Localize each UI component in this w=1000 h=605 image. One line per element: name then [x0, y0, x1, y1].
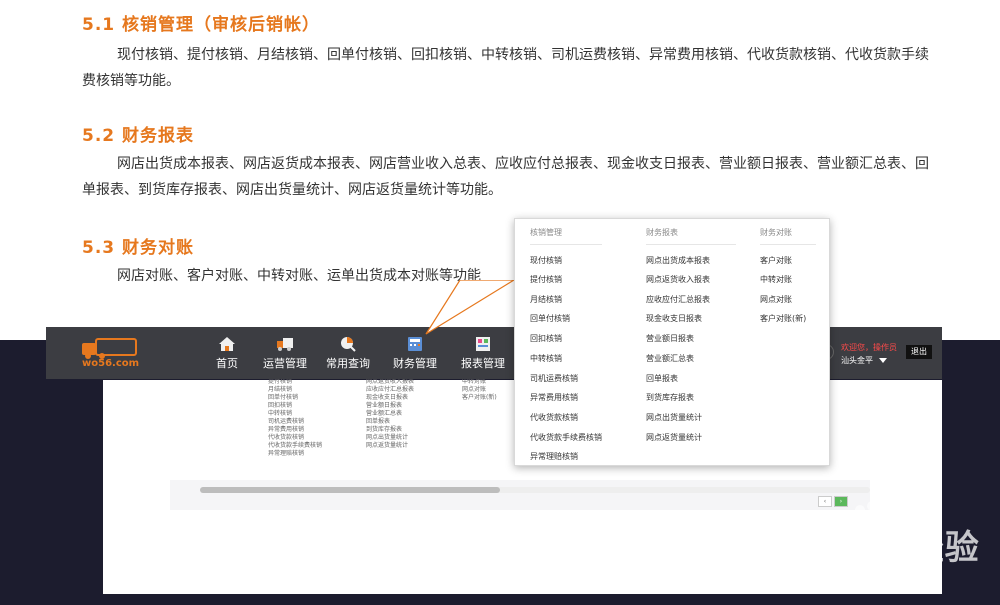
menu-item-reconcile[interactable]: 中转对账 — [760, 274, 792, 285]
divider — [530, 244, 602, 245]
dropdown-header-reconcile: 财务对账 — [760, 228, 792, 237]
nav-item-label: 常用查询 — [326, 357, 370, 370]
menu-item-writeoff[interactable]: 司机运费核销 — [530, 373, 578, 384]
search-pie-icon — [341, 337, 356, 352]
menu-item-reconcile[interactable]: 网点对账 — [760, 294, 792, 305]
menu-item-writeoff[interactable]: 现付核销 — [530, 255, 562, 266]
section-title-5-1: 5.1 核销管理（审核后销帐） — [82, 15, 321, 35]
nav-item-label: 报表管理 — [461, 357, 505, 370]
section-body-5-1: 现付核销、提付核销、月结核销、回单付核销、回扣核销、中转核销、司机运费核销、异常… — [82, 47, 929, 89]
divider — [760, 244, 816, 245]
callout-pointer — [425, 280, 516, 335]
menu-item-report[interactable]: 网点返货量统计 — [646, 432, 702, 443]
user-name: 汕头金平 — [841, 356, 873, 365]
scrollbar-thumb[interactable] — [200, 487, 500, 493]
menu-item-writeoff[interactable]: 提付核销 — [530, 274, 562, 285]
nav-item-label: 首页 — [216, 357, 238, 370]
menu-item-writeoff[interactable]: 中转核销 — [530, 353, 562, 364]
nav-item-operations[interactable]: 运营管理 — [255, 336, 315, 371]
menu-item-reconcile[interactable]: 客户对账 — [760, 255, 792, 266]
menu-item-report[interactable]: 网点返货收入报表 — [646, 274, 710, 285]
nav-item-queries[interactable]: 常用查询 — [318, 336, 378, 371]
menu-item-writeoff[interactable]: 月结核销 — [530, 294, 562, 305]
menu-item-report[interactable]: 网点出货量统计 — [646, 412, 702, 423]
menu-item-reconcile[interactable]: 客户对账(新) — [760, 313, 806, 324]
logo-text: wo56.com — [82, 358, 140, 369]
menu-item-report[interactable]: 营业额日报表 — [646, 333, 694, 344]
menu-item-writeoff[interactable]: 回扣核销 — [530, 333, 562, 344]
logout-button[interactable]: 退出 — [906, 345, 932, 359]
dropdown-header-writeoff: 核销管理 — [530, 228, 562, 237]
menu-item-report[interactable]: 应收应付汇总报表 — [646, 294, 710, 305]
grid-footer — [170, 480, 870, 510]
menu-item-writeoff[interactable]: 异常理赔核销 — [530, 451, 578, 462]
nav-item-finance[interactable]: 财务管理 — [385, 336, 445, 371]
nav-item-reports[interactable]: 报表管理 — [453, 336, 513, 371]
menu-item-report[interactable]: 现金收支日报表 — [646, 313, 702, 324]
divider — [646, 244, 736, 245]
menu-item-report[interactable]: 网点出货成本报表 — [646, 255, 710, 266]
nav-item-label: 运营管理 — [263, 357, 307, 370]
welcome-text: 欢迎您，操作员 — [841, 343, 897, 352]
nav-item-label: 财务管理 — [393, 357, 437, 370]
menu-item-report[interactable]: 营业额汇总表 — [646, 353, 694, 364]
home-icon — [219, 337, 235, 351]
section-body-5-2: 网店出货成本报表、网店返货成本报表、网店营业收入总表、应收应付总报表、现金收支日… — [82, 156, 929, 198]
watermark-text: Bai du 经验 — [770, 528, 980, 568]
section-title-5-3: 5.3 财务对账 — [82, 238, 195, 258]
menu-item-writeoff[interactable]: 代收货款手续费核销 — [530, 432, 602, 443]
background-menu-column: 提付核销 月结核销 回单付核销 回扣核销 中转核销 司机运费核销 异常费用核销 代收货款核销代… — [268, 378, 323, 457]
menu-item-writeoff[interactable]: 代收货款核销 — [530, 412, 578, 423]
background-menu-column: 中转对账 网点对账 客户对账(新) — [462, 378, 497, 401]
dropdown-header-reports: 财务报表 — [646, 228, 678, 237]
menu-item-report[interactable]: 到货库存报表 — [646, 392, 694, 403]
watermark-url: jingyan.baidu.com — [772, 563, 902, 579]
menu-item-writeoff[interactable]: 异常费用核销 — [530, 392, 578, 403]
menu-item-writeoff[interactable]: 回单付核销 — [530, 313, 570, 324]
section-title-5-2: 5.2 财务报表 — [82, 126, 195, 146]
caret-down-icon — [879, 358, 887, 363]
background-menu-column: 网点返货收入报表 应收应付汇总报表 现金收支日报表 营业额日报表 营业额汇总表 回单报表到… — [366, 378, 415, 449]
user-dropdown[interactable]: 汕头金平 — [841, 355, 887, 366]
nav-item-home[interactable]: 首页 — [197, 336, 257, 371]
menu-item-report[interactable]: 回单报表 — [646, 373, 678, 384]
truck-icon — [277, 338, 293, 351]
